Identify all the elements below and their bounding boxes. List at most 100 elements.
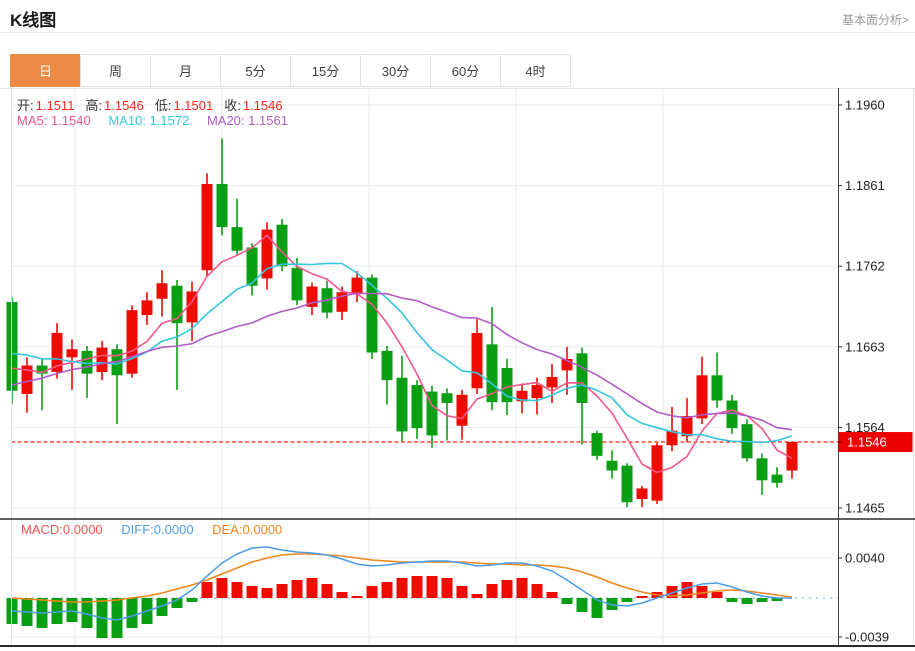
candle-down xyxy=(6,302,18,391)
macd-bar xyxy=(501,580,513,598)
close-label: 收: xyxy=(224,98,241,113)
macd-bar xyxy=(336,592,348,598)
tab-period-5[interactable]: 30分 xyxy=(360,54,431,87)
candle-down xyxy=(171,285,183,324)
candle-down xyxy=(486,344,498,403)
diff-value: 0.0000 xyxy=(153,522,194,537)
open-value: 1.1511 xyxy=(35,98,75,113)
macd-bar xyxy=(66,598,78,622)
macd-label: MACD: xyxy=(21,522,63,537)
macd-bar xyxy=(156,598,168,616)
macd-bar xyxy=(51,598,63,624)
candle-down xyxy=(291,267,303,301)
macd-bar xyxy=(636,596,648,598)
tab-period-3[interactable]: 5分 xyxy=(220,54,291,87)
current-price-badge xyxy=(838,432,913,453)
candle-down xyxy=(621,465,633,503)
macd-bar xyxy=(186,598,198,602)
high-label: 高: xyxy=(85,98,103,113)
macd-bar xyxy=(171,598,183,608)
tab-period-4[interactable]: 15分 xyxy=(290,54,361,87)
tab-period-2[interactable]: 月 xyxy=(150,54,221,87)
macd-bar xyxy=(201,582,213,598)
macd-bar xyxy=(651,592,663,598)
ma5-line xyxy=(11,234,793,474)
macd-bar xyxy=(621,598,633,602)
candle-down xyxy=(381,350,393,381)
macd-bar xyxy=(261,588,273,598)
fundamental-analysis-link[interactable]: 基本面分析> xyxy=(842,11,909,28)
tab-period-6[interactable]: 60分 xyxy=(430,54,501,87)
kline-app: { "page": { "title": "K线图", "fundamental… xyxy=(0,0,915,651)
macd-value: 0.0000 xyxy=(62,522,103,537)
macd-bar xyxy=(231,582,243,598)
candle-down xyxy=(216,183,228,228)
dea-line xyxy=(11,553,793,603)
candle-up xyxy=(456,394,468,426)
macd-bar xyxy=(381,582,393,598)
candle-up xyxy=(636,488,648,500)
candle-up xyxy=(351,277,363,294)
macd-bar xyxy=(81,598,93,628)
tab-period-7[interactable]: 4时 xyxy=(500,54,571,87)
price-axis-label: 1.1762 xyxy=(845,259,885,274)
macd-bar xyxy=(711,592,723,598)
macd-bar xyxy=(366,586,378,598)
candle-up xyxy=(126,310,138,374)
candle-up xyxy=(786,442,798,471)
candle-up xyxy=(681,415,693,437)
candle-down xyxy=(606,460,618,471)
macd-bar xyxy=(426,576,438,598)
macd-bar xyxy=(606,598,618,610)
low-value: 1.1501 xyxy=(173,98,214,113)
candle-up xyxy=(531,385,543,399)
candle-up xyxy=(66,349,78,358)
dea-value: 0.0000 xyxy=(242,522,283,537)
candle-up xyxy=(471,332,483,389)
macd-bar xyxy=(291,580,303,598)
ma10-label: MA10: xyxy=(108,113,146,128)
macd-bar xyxy=(306,578,318,598)
candle-down xyxy=(576,353,588,403)
candle-up xyxy=(666,430,678,446)
macd-bar xyxy=(576,598,588,612)
macd-bar xyxy=(96,598,108,638)
ma10-value: 1.1572 xyxy=(149,113,190,128)
macd-bar xyxy=(681,582,693,598)
period-tab-bar: 日周月 5分 15分 30分 60分 4时 xyxy=(10,54,571,87)
macd-bar xyxy=(21,598,33,626)
price-axis-label: 1.1861 xyxy=(845,178,885,193)
ma20-label: MA20: xyxy=(206,113,245,128)
candle-down xyxy=(756,458,768,481)
tab-period-1[interactable]: 周 xyxy=(80,54,151,87)
ma5-value: 1.1540 xyxy=(50,113,91,128)
candle-down xyxy=(711,375,723,401)
ma-legend: MA5: 1.1540 MA10: 1.1572 MA20: 1.1561 xyxy=(17,113,302,128)
candle-up xyxy=(186,291,198,323)
macd-bar xyxy=(666,586,678,598)
macd-bar xyxy=(36,598,48,628)
macd-bar xyxy=(486,584,498,598)
page-title: K线图 xyxy=(10,11,57,30)
high-value: 1.1546 xyxy=(104,98,144,113)
candle-up xyxy=(51,332,63,373)
macd-bar xyxy=(771,598,783,601)
candle-up xyxy=(201,183,213,271)
macd-bar xyxy=(516,578,528,598)
macd-bar xyxy=(696,586,708,598)
ma20-value: 1.1561 xyxy=(248,113,288,128)
candle-down xyxy=(231,227,243,251)
price-axis-label: 1.1465 xyxy=(845,500,885,515)
macd-axis-label: -0.0039 xyxy=(845,630,889,645)
candle-up xyxy=(651,445,663,501)
macd-bar xyxy=(351,596,363,598)
macd-bar xyxy=(531,584,543,598)
tab-period-0[interactable]: 日 xyxy=(10,54,81,87)
price-axis-label: 1.1663 xyxy=(845,339,885,354)
candle-down xyxy=(81,350,93,374)
candle-up xyxy=(141,300,153,316)
candle-down xyxy=(726,400,738,429)
candle-down xyxy=(426,391,438,436)
macd-bar xyxy=(726,598,738,602)
low-label: 低: xyxy=(154,98,172,113)
